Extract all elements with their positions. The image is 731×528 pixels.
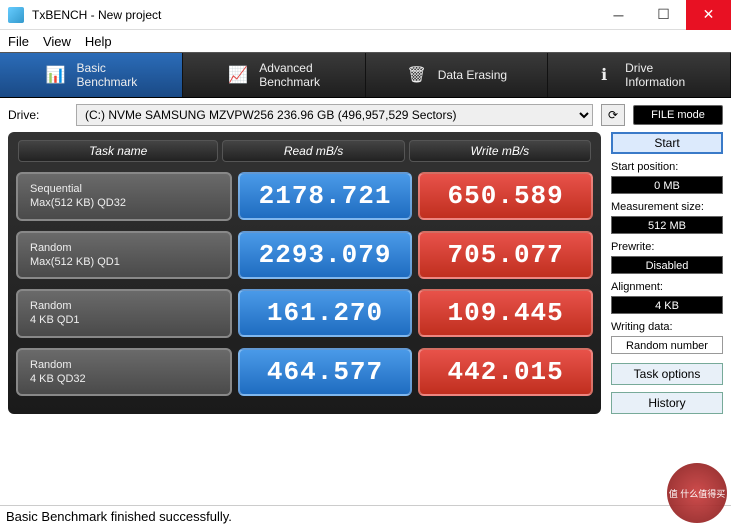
header-write: Write mB/s (409, 140, 591, 162)
tab-label: Data Erasing (438, 68, 507, 82)
measurement-size-label: Measurement size: (611, 201, 723, 213)
menu-file[interactable]: File (8, 34, 29, 49)
write-value: 442.015 (418, 348, 593, 396)
tab-label: Basic Benchmark (77, 61, 138, 89)
menu-help[interactable]: Help (85, 34, 112, 49)
window-title: TxBENCH - New project (32, 8, 596, 22)
tab-label: Drive Information (625, 61, 685, 89)
prewrite-label: Prewrite: (611, 241, 723, 253)
write-value: 650.589 (418, 172, 593, 220)
read-value: 161.270 (238, 289, 413, 337)
prewrite-value[interactable]: Disabled (611, 256, 723, 274)
gauge-icon: 📊 (45, 64, 67, 86)
table-row: Random4 KB QD1 161.270 109.445 (16, 289, 593, 338)
task-cell[interactable]: Random4 KB QD32 (16, 348, 232, 397)
start-position-label: Start position: (611, 161, 723, 173)
close-button[interactable]: ✕ (686, 0, 731, 30)
tab-drive-information[interactable]: ℹ Drive Information (548, 53, 731, 97)
task-options-button[interactable]: Task options (611, 363, 723, 385)
tab-advanced-benchmark[interactable]: 📈 Advanced Benchmark (183, 53, 366, 97)
table-row: Random4 KB QD32 464.577 442.015 (16, 348, 593, 397)
write-value: 705.077 (418, 231, 593, 279)
chart-icon: 📈 (227, 64, 249, 86)
writing-data-value[interactable]: Random number (611, 336, 723, 354)
header-read: Read mB/s (222, 140, 404, 162)
info-icon: ℹ (593, 64, 615, 86)
erase-icon: 🗑 (406, 64, 428, 86)
measurement-size-value[interactable]: 512 MB (611, 216, 723, 234)
minimize-button[interactable]: ─ (596, 0, 641, 30)
task-cell[interactable]: RandomMax(512 KB) QD1 (16, 231, 232, 280)
task-cell[interactable]: Random4 KB QD1 (16, 289, 232, 338)
drive-label: Drive: (8, 108, 68, 122)
menu-view[interactable]: View (43, 34, 71, 49)
write-value: 109.445 (418, 289, 593, 337)
header-task: Task name (18, 140, 218, 162)
read-value: 464.577 (238, 348, 413, 396)
table-row: RandomMax(512 KB) QD1 2293.079 705.077 (16, 231, 593, 280)
task-cell[interactable]: SequentialMax(512 KB) QD32 (16, 172, 232, 221)
start-position-value[interactable]: 0 MB (611, 176, 723, 194)
maximize-button[interactable]: ☐ (641, 0, 686, 30)
tab-data-erasing[interactable]: 🗑 Data Erasing (366, 53, 549, 97)
status-bar: Basic Benchmark finished successfully. (0, 505, 731, 527)
app-icon (8, 7, 24, 23)
watermark: 值 什么值得买 (667, 463, 727, 523)
drive-select[interactable]: (C:) NVMe SAMSUNG MZVPW256 236.96 GB (49… (76, 104, 593, 126)
read-value: 2293.079 (238, 231, 413, 279)
table-row: SequentialMax(512 KB) QD32 2178.721 650.… (16, 172, 593, 221)
alignment-value[interactable]: 4 KB (611, 296, 723, 314)
file-mode-button[interactable]: FILE mode (633, 105, 723, 125)
tab-label: Advanced Benchmark (259, 61, 320, 89)
tab-basic-benchmark[interactable]: 📊 Basic Benchmark (0, 53, 183, 97)
start-button[interactable]: Start (611, 132, 723, 154)
refresh-button[interactable]: ⟳ (601, 104, 625, 126)
alignment-label: Alignment: (611, 281, 723, 293)
read-value: 2178.721 (238, 172, 413, 220)
benchmark-panel: Task name Read mB/s Write mB/s Sequentia… (8, 132, 601, 414)
history-button[interactable]: History (611, 392, 723, 414)
writing-data-label: Writing data: (611, 321, 723, 333)
